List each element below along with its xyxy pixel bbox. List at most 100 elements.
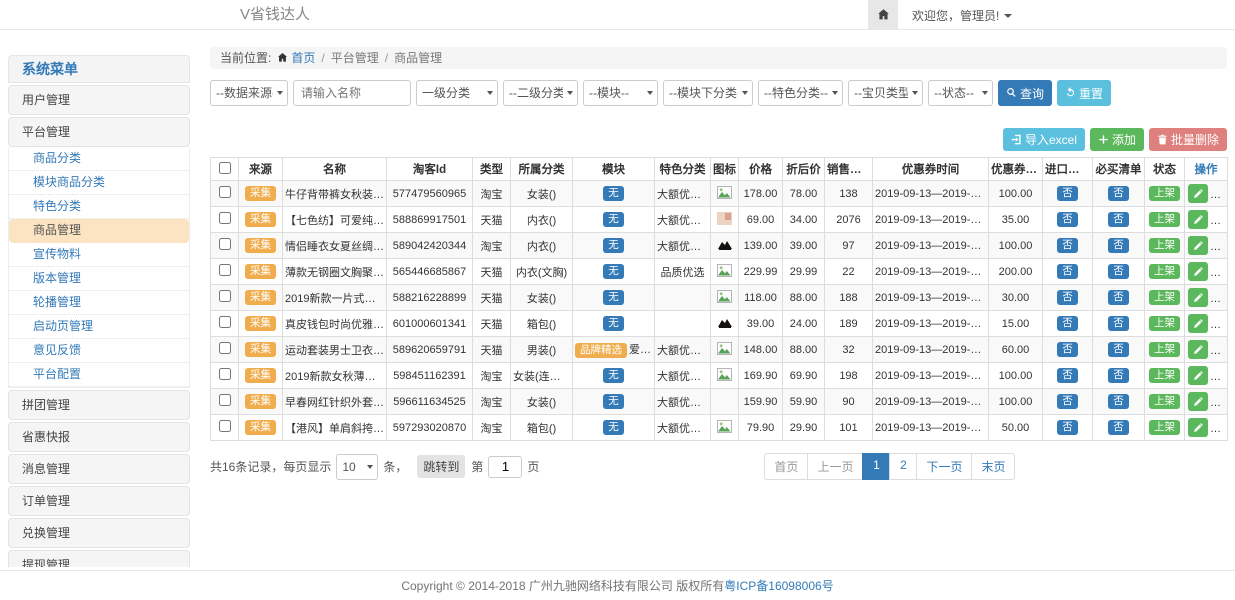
jump-button[interactable]: 跳转到 [417,455,465,478]
edit-button[interactable] [1188,340,1208,359]
import-select-badge[interactable]: 否 [1057,264,1078,280]
sidebar-item-平台配置[interactable]: 平台配置 [9,363,189,387]
batch-delete-button[interactable]: 批量删除 [1149,128,1227,151]
search-button[interactable]: 查询 [998,80,1052,106]
name-search-input[interactable] [293,80,411,106]
must-buy-badge[interactable]: 否 [1108,290,1129,306]
import-select-badge[interactable]: 否 [1057,238,1078,254]
row-checkbox[interactable] [219,290,231,302]
pager-2[interactable]: 2 [889,453,917,480]
sidebar-group-兑换管理[interactable]: 兑换管理 [8,518,190,548]
status-badge[interactable]: 上架 [1149,420,1180,436]
item-type-select[interactable]: --宝贝类型-- [848,80,923,106]
row-checkbox[interactable] [219,212,231,224]
sidebar-item-宣传物料[interactable]: 宣传物料 [9,243,189,267]
status-badge[interactable]: 上架 [1149,238,1180,254]
home-button[interactable] [868,0,898,30]
feature-category-select[interactable]: --特色分类-- [758,80,843,106]
must-buy-badge[interactable]: 否 [1108,264,1129,280]
sidebar-item-特色分类[interactable]: 特色分类 [9,195,189,219]
add-button[interactable]: 添加 [1090,128,1144,151]
pager-首页[interactable]: 首页 [764,453,808,480]
must-buy-badge[interactable]: 否 [1108,420,1129,436]
sidebar-group-平台管理[interactable]: 平台管理 [8,117,190,147]
row-checkbox[interactable] [219,368,231,380]
sidebar-item-商品分类[interactable]: 商品分类 [9,147,189,171]
level1-category-select[interactable]: 一级分类 [416,80,498,106]
sidebar-group-提现管理[interactable]: 提现管理 [8,550,190,567]
row-checkbox[interactable] [219,420,231,432]
status-badge[interactable]: 上架 [1149,290,1180,306]
sidebar-item-意见反馈[interactable]: 意见反馈 [9,339,189,363]
edit-button[interactable] [1188,392,1208,411]
pager-末页[interactable]: 末页 [971,453,1015,480]
coupon-time: 2019-09-13—2019-09-17 [873,363,989,389]
status-badge[interactable]: 上架 [1149,368,1180,384]
edit-button[interactable] [1188,184,1208,203]
sidebar-item-商品管理[interactable]: 商品管理 [9,219,189,243]
icp-link[interactable]: 粤ICP备16098006号 [724,579,833,593]
edit-button[interactable] [1188,366,1208,385]
import-excel-button[interactable]: 导入excel [1003,128,1085,151]
pager-1[interactable]: 1 [862,453,890,480]
sidebar-group-消息管理[interactable]: 消息管理 [8,454,190,484]
status-badge[interactable]: 上架 [1149,342,1180,358]
pager-上一页[interactable]: 上一页 [807,453,863,480]
row-checkbox[interactable] [219,316,231,328]
sidebar-group-省惠快报[interactable]: 省惠快报 [8,422,190,452]
must-buy-badge[interactable]: 否 [1108,368,1129,384]
operation-cell [1185,285,1228,311]
status-badge[interactable]: 上架 [1149,212,1180,228]
must-buy-badge[interactable]: 否 [1108,342,1129,358]
status-badge[interactable]: 上架 [1149,186,1180,202]
sidebar-item-模块商品分类[interactable]: 模块商品分类 [9,171,189,195]
edit-button[interactable] [1188,262,1208,281]
data-source-select[interactable]: --数据来源-- [210,80,288,106]
status-badge[interactable]: 上架 [1149,394,1180,410]
sidebar-item-轮播管理[interactable]: 轮播管理 [9,291,189,315]
pager-下一页[interactable]: 下一页 [916,453,972,480]
import-select-badge[interactable]: 否 [1057,290,1078,306]
import-select-badge[interactable]: 否 [1057,186,1078,202]
must-buy-badge[interactable]: 否 [1108,212,1129,228]
module-select[interactable]: --模块-- [583,80,658,106]
select-all-checkbox[interactable] [219,162,231,174]
must-buy-badge[interactable]: 否 [1108,394,1129,410]
sidebar-group-用户管理[interactable]: 用户管理 [8,85,190,115]
import-select-badge[interactable]: 否 [1057,368,1078,384]
must-buy-badge[interactable]: 否 [1108,316,1129,332]
sidebar-item-版本管理[interactable]: 版本管理 [9,267,189,291]
reset-button[interactable]: 重置 [1057,80,1111,106]
edit-button[interactable] [1188,314,1208,333]
must-buy-badge[interactable]: 否 [1108,238,1129,254]
edit-button[interactable] [1188,418,1208,437]
module-subcategory-select[interactable]: --模块下分类-- [663,80,753,106]
per-page-select[interactable]: 10 [336,454,378,480]
import-select-badge[interactable]: 否 [1057,394,1078,410]
row-checkbox[interactable] [219,264,231,276]
sidebar-item-启动页管理[interactable]: 启动页管理 [9,315,189,339]
user-menu[interactable]: 欢迎您，管理员! [912,7,1012,24]
edit-icon [1193,186,1204,201]
edit-button[interactable] [1188,288,1208,307]
sidebar-group-拼团管理[interactable]: 拼团管理 [8,390,190,420]
feature-category: 品质优选 [655,259,711,285]
breadcrumb-home-link[interactable]: 首页 [291,51,315,65]
edit-button[interactable] [1188,210,1208,229]
row-checkbox[interactable] [219,186,231,198]
status-badge[interactable]: 上架 [1149,316,1180,332]
status-select[interactable]: --状态-- [928,80,993,106]
status-badge[interactable]: 上架 [1149,264,1180,280]
row-checkbox[interactable] [219,394,231,406]
import-select-badge[interactable]: 否 [1057,316,1078,332]
edit-button[interactable] [1188,236,1208,255]
sidebar-group-订单管理[interactable]: 订单管理 [8,486,190,516]
page-number-input[interactable] [488,456,522,478]
level2-category-select[interactable]: --二级分类-- [503,80,578,106]
import-select-badge[interactable]: 否 [1057,420,1078,436]
row-checkbox[interactable] [219,342,231,354]
row-checkbox[interactable] [219,238,231,250]
must-buy-badge[interactable]: 否 [1108,186,1129,202]
import-select-badge[interactable]: 否 [1057,212,1078,228]
import-select-badge[interactable]: 否 [1057,342,1078,358]
